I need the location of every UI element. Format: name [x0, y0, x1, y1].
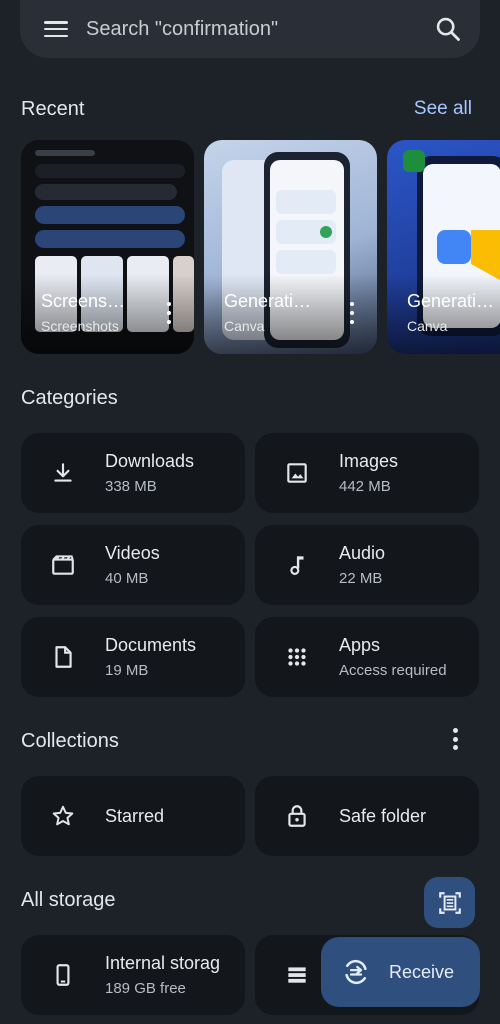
search-bar[interactable]: Search "confirmation" — [20, 0, 480, 58]
more-options-icon[interactable] — [350, 302, 355, 324]
see-all-link[interactable]: See all — [414, 98, 472, 120]
phone-icon — [56, 964, 70, 986]
category-label: Documents — [105, 635, 197, 655]
receive-label: Receive — [389, 961, 455, 982]
more-options-icon[interactable] — [452, 728, 458, 750]
receive-button[interactable]: Receive — [321, 937, 480, 1007]
collections-heading: Collections — [21, 730, 119, 752]
document-icon — [55, 646, 72, 668]
category-detail: 338 MB — [105, 478, 157, 495]
download-icon — [54, 463, 72, 482]
category-label: Videos — [105, 543, 160, 563]
category-detail: Access required — [339, 662, 447, 679]
search-input[interactable]: Search "confirmation" — [86, 18, 434, 41]
collection-starred[interactable]: Starred — [21, 776, 245, 856]
apps-grid-icon — [288, 648, 306, 666]
category-detail: 19 MB — [105, 662, 149, 679]
recent-item[interactable]: Generati… Canva — [204, 140, 377, 354]
recent-list: Screens… Screenshots Generati… Canva Gen… — [21, 140, 500, 356]
storage-list-icon — [288, 967, 306, 983]
category-images[interactable]: Images 442 MB — [255, 433, 479, 513]
search-icon[interactable] — [434, 15, 462, 43]
recent-item-source: Canva — [224, 318, 265, 334]
document-scanner-icon — [438, 891, 461, 914]
recent-item-title: Screens… — [41, 291, 126, 311]
category-detail: 22 MB — [339, 570, 383, 587]
lock-icon — [288, 805, 306, 827]
category-detail: 442 MB — [339, 478, 391, 495]
more-options-icon[interactable] — [167, 302, 172, 324]
categories-heading: Categories — [21, 387, 118, 409]
recent-item-title: Generati… — [224, 291, 312, 311]
image-icon — [287, 463, 307, 483]
storage-internal[interactable]: Internal storag 189 GB free — [21, 935, 245, 1015]
all-storage-heading: All storage — [21, 889, 116, 911]
category-downloads[interactable]: Downloads 338 MB — [21, 433, 245, 513]
recent-item-title: Generati… — [407, 291, 495, 311]
category-audio[interactable]: Audio 22 MB — [255, 525, 479, 605]
category-detail: 40 MB — [105, 570, 149, 587]
category-label: Audio — [339, 543, 386, 563]
recent-item[interactable]: Generati… Canva — [387, 140, 500, 354]
category-videos[interactable]: Videos 40 MB — [21, 525, 245, 605]
storage-detail: 189 GB free — [105, 980, 186, 997]
menu-icon[interactable] — [44, 17, 68, 41]
recent-heading: Recent — [21, 98, 85, 120]
storage-label: Internal storag — [105, 953, 221, 973]
scan-document-button[interactable] — [424, 877, 475, 928]
category-label: Images — [339, 451, 399, 471]
collection-safe-folder[interactable]: Safe folder — [255, 776, 479, 856]
video-icon — [52, 555, 74, 575]
recent-item-source: Canva — [407, 318, 448, 334]
category-apps[interactable]: Apps Access required — [255, 617, 479, 697]
category-documents[interactable]: Documents 19 MB — [21, 617, 245, 697]
category-label: Apps — [339, 635, 381, 655]
receive-icon — [345, 959, 367, 985]
recent-item-source: Screenshots — [41, 318, 119, 334]
collection-label: Starred — [105, 805, 165, 826]
recent-item[interactable]: Screens… Screenshots — [21, 140, 194, 354]
star-icon — [52, 805, 74, 826]
music-note-icon — [290, 556, 304, 575]
collection-label: Safe folder — [339, 805, 427, 826]
category-label: Downloads — [105, 451, 195, 471]
